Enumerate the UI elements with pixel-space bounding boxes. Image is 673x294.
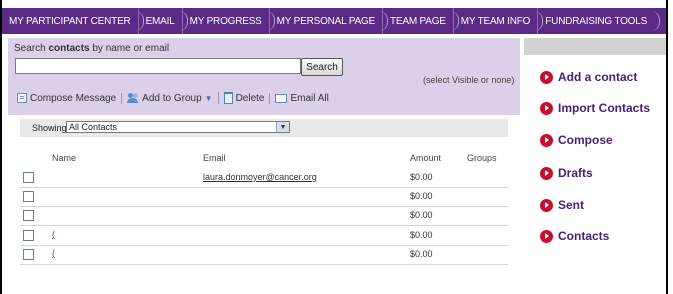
play-bullet-icon xyxy=(540,198,553,212)
search-panel: Search contacts by name or email Search … xyxy=(8,38,520,115)
contact-amount: $0.00 xyxy=(410,210,433,220)
sidebar-item-label: Import Contacts xyxy=(558,101,651,115)
group-icon xyxy=(127,92,139,104)
search-label-bold: contacts xyxy=(48,43,90,54)
compose-message-label: Compose Message xyxy=(30,92,117,104)
play-bullet-icon xyxy=(540,133,553,147)
tab-email[interactable]: EMAIL xyxy=(137,8,188,34)
search-label: Search contacts by name or email xyxy=(14,43,169,54)
showing-label: Showing xyxy=(32,123,67,133)
search-label-suffix: by name or email xyxy=(89,43,170,54)
row-checkbox[interactable] xyxy=(23,172,34,183)
sidebar-item-label: Add a contact xyxy=(558,70,638,84)
tab-my-personal-page[interactable]: MY PERSONAL PAGE xyxy=(268,8,389,34)
delete-button[interactable]: Delete xyxy=(217,92,270,104)
tab-my-participant-center[interactable]: MY PARTICIPANT CENTER xyxy=(2,8,144,34)
play-bullet-icon xyxy=(540,101,553,115)
sidebar-item-label: Sent xyxy=(558,198,585,212)
sidebar-item-label: Drafts xyxy=(558,166,593,180)
delete-label: Delete xyxy=(235,92,265,104)
tab-my-team-info[interactable]: MY TEAM INFO xyxy=(452,8,544,34)
sidebar-item-add-contact[interactable]: Add a contact xyxy=(540,70,637,84)
sidebar-item-label: Compose xyxy=(558,133,613,147)
play-bullet-icon xyxy=(540,70,553,84)
column-header-groups: Groups xyxy=(467,153,497,163)
compose-icon xyxy=(17,93,27,103)
sidebar-item-sent[interactable]: Sent xyxy=(540,198,584,212)
contact-amount: $0.00 xyxy=(410,172,433,182)
caret-down-icon: ▼ xyxy=(204,93,213,103)
tab-fundraising-tools[interactable]: FUNDRAISING TOOLS xyxy=(537,8,660,34)
sidebar-item-drafts[interactable]: Drafts xyxy=(540,166,593,180)
sidebar-item-import-contacts[interactable]: Import Contacts xyxy=(540,101,650,115)
table-row: ( $0.00 xyxy=(20,227,508,246)
row-checkbox[interactable] xyxy=(23,249,34,260)
sidebar-item-label: Contacts xyxy=(558,229,610,243)
table-row: $0.00 xyxy=(20,207,508,226)
sidebar-header xyxy=(524,38,666,55)
filter-bar: Showing All Contacts ▼ xyxy=(20,119,508,137)
contact-amount: $0.00 xyxy=(410,249,433,259)
add-to-group-label: Add to Group xyxy=(142,92,202,104)
play-bullet-icon xyxy=(540,229,553,243)
row-checkbox[interactable] xyxy=(23,191,34,202)
sidebar-item-compose[interactable]: Compose xyxy=(540,133,613,147)
contact-amount: $0.00 xyxy=(410,230,433,240)
add-to-group-button[interactable]: Add to Group ▼ xyxy=(121,92,217,104)
contact-name-link[interactable]: ( xyxy=(52,248,55,258)
tab-team-page[interactable]: TEAM PAGE xyxy=(381,8,459,34)
row-checkbox[interactable] xyxy=(23,210,34,221)
email-all-label: Email All xyxy=(290,92,329,104)
trash-icon xyxy=(223,92,233,104)
contacts-filter-select[interactable]: All Contacts ▼ xyxy=(66,121,290,133)
top-nav: MY PARTICIPANT CENTER EMAIL MY PROGRESS … xyxy=(2,8,666,34)
action-toolbar: Compose Message Add to Group ▼ Delete Em… xyxy=(12,92,334,104)
sidebar-item-contacts[interactable]: Contacts xyxy=(540,229,609,243)
tab-my-progress[interactable]: MY PROGRESS xyxy=(181,8,275,34)
contacts-area: Showing All Contacts ▼ Name Email Amount… xyxy=(8,115,520,290)
contact-name-link[interactable]: ( xyxy=(52,229,55,239)
row-checkbox[interactable] xyxy=(23,230,34,241)
column-header-name[interactable]: Name xyxy=(52,153,76,163)
table-row: $0.00 xyxy=(20,188,508,207)
contacts-filter-value: All Contacts xyxy=(69,122,118,132)
email-all-button[interactable]: Email All xyxy=(269,92,333,104)
column-header-amount[interactable]: Amount xyxy=(410,153,441,163)
contact-email-link[interactable]: laura.donmoyer@cancer.org xyxy=(203,172,317,182)
table-row: ( $0.00 xyxy=(20,246,508,265)
compose-message-button[interactable]: Compose Message xyxy=(12,93,121,104)
table-row: laura.donmoyer@cancer.org $0.00 xyxy=(20,169,508,188)
mail-icon xyxy=(275,93,288,103)
play-bullet-icon xyxy=(540,166,553,180)
search-label-prefix: Search xyxy=(14,43,49,54)
contact-amount: $0.00 xyxy=(410,191,433,201)
sidebar: Add a contact Import Contacts Compose Dr… xyxy=(524,38,666,294)
search-button[interactable]: Search xyxy=(301,58,343,76)
search-input[interactable] xyxy=(15,58,301,74)
select-visible-hint[interactable]: (select Visible or none) xyxy=(423,75,514,85)
column-header-email[interactable]: Email xyxy=(203,153,226,163)
chevron-down-icon[interactable]: ▼ xyxy=(276,122,289,132)
